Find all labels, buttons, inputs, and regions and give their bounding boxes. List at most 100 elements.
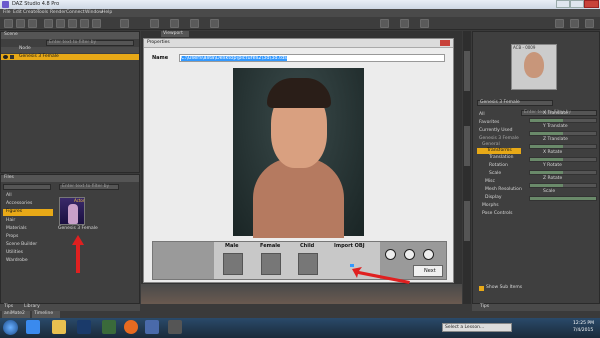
node-selector[interactable]: Genesis 3 Female (477, 100, 553, 106)
dialog-close-button[interactable] (440, 40, 450, 46)
tree-scale[interactable]: Scale (489, 171, 501, 177)
side-tab-content-library[interactable] (464, 126, 470, 166)
menu-connect[interactable]: Connect (66, 10, 85, 16)
node-icon[interactable] (210, 19, 219, 28)
eye-icon[interactable] (3, 55, 8, 59)
scene-search-input[interactable]: Enter text to filter by (46, 40, 134, 46)
menu-file[interactable]: File (3, 10, 11, 16)
camera-icon[interactable] (150, 19, 159, 28)
rotate-icon[interactable] (400, 19, 409, 28)
explorer-icon[interactable] (52, 320, 66, 334)
next-button[interactable]: Next (413, 265, 443, 277)
x-rotate-slider[interactable] (529, 157, 597, 162)
timeline-tab[interactable]: Timeline (32, 311, 60, 318)
menu-create[interactable]: Create (23, 10, 38, 16)
category-wardrobe[interactable]: Wardrobe (6, 258, 28, 264)
library-tab[interactable]: Library (24, 304, 40, 310)
genesis-3-female-thumbnail[interactable]: Actor (59, 197, 85, 225)
tree-display[interactable]: Display (485, 195, 502, 201)
z-translate-slider[interactable] (529, 144, 597, 149)
undo-icon[interactable] (80, 19, 89, 28)
scale-icon[interactable] (420, 19, 429, 28)
show-sub-items-checkbox[interactable] (479, 286, 484, 291)
paste-icon[interactable] (68, 19, 77, 28)
tree-genesis[interactable]: Genesis 3 Female (479, 136, 519, 142)
category-props[interactable]: Props (6, 234, 18, 240)
import-obj-label: Import OBJ (334, 243, 365, 249)
help-circle-icon[interactable] (385, 249, 396, 260)
play-circle-icon[interactable] (404, 249, 415, 260)
move-icon[interactable] (380, 19, 389, 28)
magnet-icon[interactable] (555, 19, 564, 28)
grid-icon[interactable] (570, 19, 579, 28)
cut-icon[interactable] (44, 19, 53, 28)
files-search-input[interactable]: Enter text to filter by (59, 184, 119, 190)
photoshop-icon[interactable] (77, 320, 91, 334)
lock-icon[interactable] (10, 55, 14, 59)
tree-general[interactable]: General (482, 142, 500, 148)
open-icon[interactable] (16, 19, 25, 28)
tree-misc[interactable]: Misc (485, 179, 495, 185)
viewport-tab[interactable]: Viewport (161, 31, 189, 37)
scale-slider[interactable] (529, 196, 597, 201)
category-materials[interactable]: Materials (6, 226, 27, 232)
minimize-button[interactable] (556, 0, 570, 8)
tree-pose-controls[interactable]: Pose Controls (482, 211, 512, 217)
menu-window[interactable]: Window (85, 10, 103, 16)
start-button[interactable] (3, 320, 18, 335)
side-tab-scene[interactable] (464, 201, 470, 241)
save-icon[interactable] (28, 19, 37, 28)
x-translate-slider[interactable] (529, 118, 597, 123)
files-dropdown[interactable] (3, 184, 51, 190)
tree-rotation[interactable]: Rotation (489, 163, 508, 169)
maximize-button[interactable] (570, 0, 584, 8)
filter-currently-used[interactable]: Currently Used (479, 128, 513, 134)
category-utilities[interactable]: Utilities (6, 250, 23, 256)
tree-transforms-row[interactable]: Transforms (477, 148, 521, 154)
y-rotate-slider[interactable] (529, 170, 597, 175)
z-rotate-slider[interactable] (529, 183, 597, 188)
help-icon[interactable] (585, 19, 594, 28)
scene-tab[interactable]: Scene (4, 32, 18, 38)
copy-icon[interactable] (56, 19, 65, 28)
path-input[interactable]: C:\Users\asta\Desktop\pictures2\3d\3d.td… (179, 54, 445, 62)
animate2-tab[interactable]: aniMate2 (2, 311, 30, 318)
tree-morphs[interactable]: Morphs (482, 203, 499, 209)
category-scene-builder[interactable]: Scene Builder (6, 242, 37, 248)
params-tips-tab[interactable]: Tips (480, 304, 489, 310)
male-option[interactable] (223, 253, 243, 275)
category-accessories[interactable]: Accessories (6, 201, 32, 207)
uac-icon[interactable] (145, 320, 159, 334)
category-all[interactable]: All (6, 193, 12, 199)
menu-help[interactable]: Help (102, 10, 112, 16)
new-icon[interactable] (4, 19, 13, 28)
firefox-icon[interactable] (124, 320, 138, 334)
media-icon[interactable] (102, 320, 116, 334)
lesson-dropdown[interactable]: Select a Lesson... (442, 323, 512, 332)
filter-favorites[interactable]: Favorites (479, 120, 499, 126)
menu-tools[interactable]: Tools (37, 10, 48, 16)
info-circle-icon[interactable] (423, 249, 434, 260)
female-option[interactable] (261, 253, 281, 275)
menu-edit[interactable]: Edit (13, 10, 22, 16)
terminal-icon[interactable] (168, 320, 182, 334)
y-translate-slider[interactable] (529, 131, 597, 136)
scene-node-row[interactable]: Genesis 3 Female (1, 54, 139, 60)
ie-icon[interactable] (26, 320, 40, 334)
pose-icon[interactable] (190, 19, 199, 28)
filter-all[interactable]: All (479, 112, 485, 118)
render-icon[interactable] (120, 19, 129, 28)
category-hair[interactable]: Hair (6, 218, 15, 224)
tips-tab[interactable]: Tips (4, 304, 13, 310)
files-tab[interactable]: Files (4, 175, 14, 181)
category-figures-row[interactable]: Figures (3, 209, 53, 216)
child-option[interactable] (298, 253, 318, 275)
redo-icon[interactable] (92, 19, 101, 28)
light-icon[interactable] (170, 19, 179, 28)
tree-mesh-resolution[interactable]: Mesh Resolution (485, 187, 522, 193)
scene-node-label: Genesis 3 Female (19, 54, 59, 59)
menu-render[interactable]: Render (50, 10, 66, 16)
tree-translation[interactable]: Translation (489, 155, 514, 161)
side-tab-parameters[interactable] (464, 51, 470, 91)
close-button[interactable] (584, 0, 599, 8)
